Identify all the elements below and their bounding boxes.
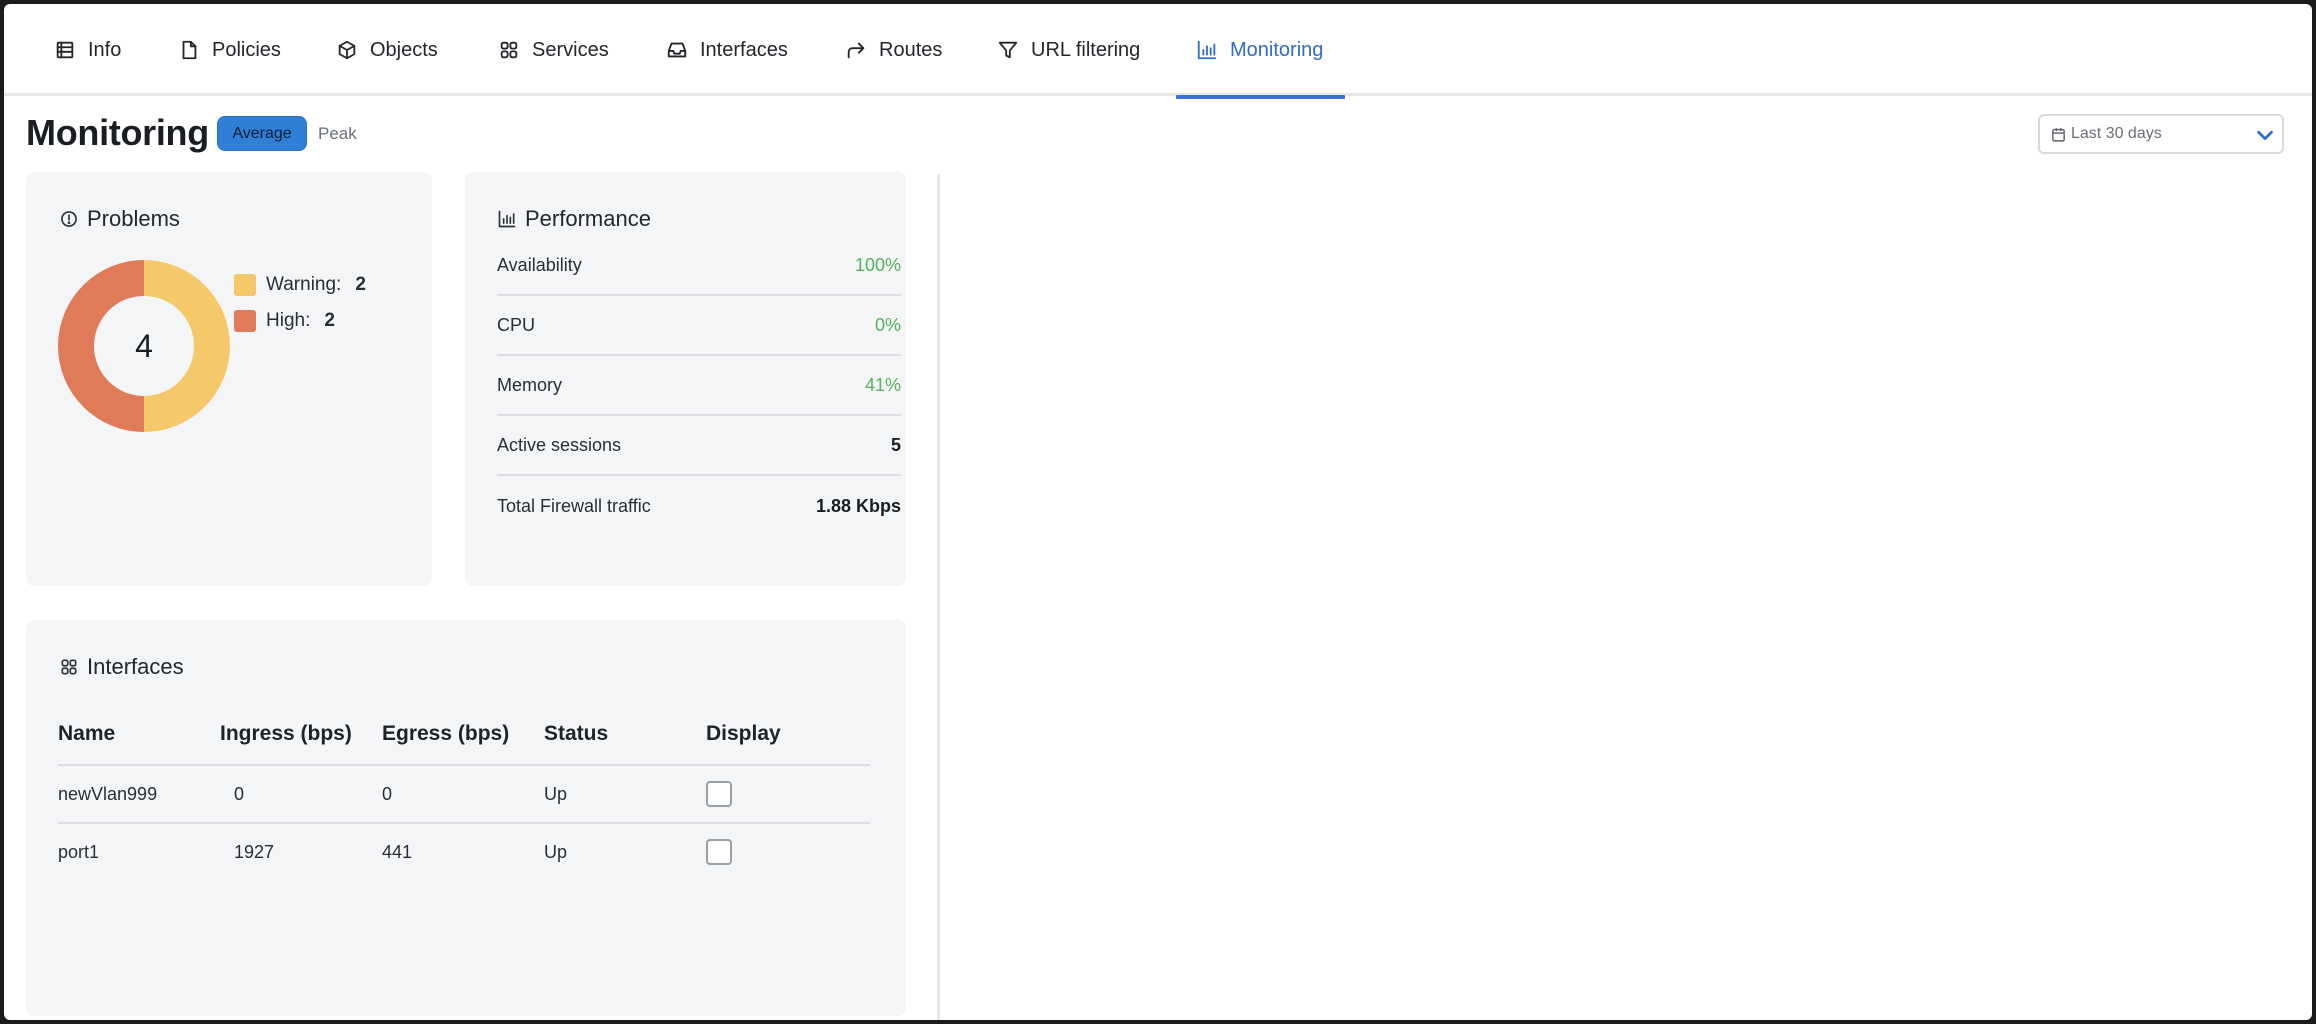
legend-label: High: — [266, 310, 311, 331]
forward-arrow-icon — [847, 42, 865, 59]
interface-status: Up — [544, 765, 706, 824]
interface-ingress: 0 — [220, 765, 382, 824]
problems-total: 4 — [135, 327, 153, 364]
legend-item-high: High: 2 — [234, 303, 366, 339]
tab-label: Policies — [212, 38, 281, 61]
interface-name: port1 — [58, 841, 100, 862]
tab-services[interactable]: Services — [498, 4, 609, 96]
peak-toggle-button[interactable]: Peak — [318, 116, 357, 151]
perf-value: 1.88 Kbps — [815, 495, 901, 516]
bar-chart-icon — [498, 210, 516, 228]
interfaces-card: Interfaces Name Ingress (bps) Egress (bp… — [26, 620, 906, 1016]
tab-label: URL filtering — [1031, 38, 1141, 61]
interface-egress: 0 — [382, 765, 544, 824]
alert-circle-icon — [61, 211, 77, 227]
tab-policies[interactable]: Policies — [178, 4, 281, 96]
display-cell — [706, 823, 870, 880]
grid-icon — [61, 659, 77, 675]
tab-interfaces[interactable]: Interfaces — [666, 4, 788, 96]
grid-icon — [500, 41, 518, 59]
problems-donut-chart: 4 — [58, 260, 230, 432]
perf-value: 0% — [874, 314, 901, 335]
inbox-icon — [667, 42, 687, 58]
column-header-name: Name — [58, 704, 220, 766]
calendar-icon — [2050, 126, 2067, 143]
list-icon — [56, 41, 74, 59]
performance-title-text: Performance — [525, 206, 651, 231]
tab-label: Objects — [370, 38, 438, 61]
panel-divider — [937, 174, 940, 1020]
perf-value: 41% — [864, 374, 901, 395]
tab-label: Services — [532, 38, 609, 61]
problems-card: Problems 4 Warning: 2 High: 2 — [26, 172, 432, 586]
perf-label: Memory — [497, 374, 563, 395]
page-title: Monitoring — [26, 112, 209, 153]
display-cell — [706, 765, 870, 824]
column-header-status: Status — [544, 704, 706, 766]
interfaces-title-text: Interfaces — [87, 654, 184, 679]
tab-label: Interfaces — [700, 38, 788, 61]
legend-swatch-high — [234, 310, 256, 332]
file-icon — [182, 40, 197, 60]
column-header-ingress: Ingress (bps) — [220, 704, 382, 766]
column-header-display: Display — [706, 704, 870, 766]
problems-card-title: Problems — [59, 206, 180, 232]
date-range-select[interactable]: Last 30 days — [2038, 114, 2284, 154]
legend-swatch-warning — [234, 274, 256, 296]
interfaces-card-title: Interfaces — [59, 654, 184, 680]
perf-row-cpu: CPU 0% — [497, 296, 901, 356]
legend-label: Warning: — [266, 274, 342, 295]
problems-legend: Warning: 2 High: 2 — [234, 267, 366, 339]
bar-chart-icon — [1197, 40, 1217, 60]
interface-status: Up — [544, 841, 568, 862]
tab-label: Info — [88, 38, 122, 61]
column-header-egress: Egress (bps) — [382, 704, 544, 766]
legend-item-warning: Warning: 2 — [234, 267, 366, 303]
interface-egress: 441 — [382, 841, 413, 862]
tab-monitoring[interactable]: Monitoring — [1175, 4, 1346, 99]
tab-info[interactable]: Info — [54, 4, 121, 96]
tab-label: Monitoring — [1230, 38, 1324, 61]
interface-name: newVlan999 — [58, 765, 220, 824]
perf-row-firewall-traffic: Total Firewall traffic 1.88 Kbps — [497, 476, 901, 536]
display-checkbox[interactable] — [706, 839, 732, 865]
perf-label: Availability — [497, 254, 582, 275]
legend-count: 2 — [355, 274, 366, 295]
perf-value: 100% — [854, 254, 901, 275]
perf-row-availability: Availability 100% — [497, 236, 901, 296]
chevron-down-icon — [2254, 124, 2276, 146]
perf-value: 5 — [890, 434, 901, 455]
average-toggle-button[interactable]: Average — [217, 116, 307, 151]
tab-url-filtering[interactable]: URL filtering — [997, 4, 1140, 96]
tab-label: Routes — [879, 38, 943, 61]
date-range-value: Last 30 days — [2071, 125, 2162, 142]
cube-icon — [338, 40, 356, 60]
display-checkbox[interactable] — [706, 781, 732, 807]
perf-label: Active sessions — [497, 434, 622, 455]
interface-ingress: 1927 — [234, 841, 275, 862]
interfaces-table: Name Ingress (bps) Egress (bps) Status D… — [58, 704, 870, 880]
legend-count: 2 — [324, 310, 335, 331]
tab-routes[interactable]: Routes — [845, 4, 942, 96]
app-frame: Info Policies Objects Services Interface… — [4, 4, 2312, 1020]
tab-bar: Info Policies Objects Services Interface… — [4, 4, 2312, 99]
table-row: port1 1927 441 Up — [58, 823, 870, 880]
performance-card: Performance Availability 100% CPU 0% Mem… — [465, 172, 906, 586]
perf-row-memory: Memory 41% — [497, 356, 901, 416]
filter-icon — [998, 41, 1018, 59]
perf-label: CPU — [497, 314, 536, 335]
problems-title-text: Problems — [87, 206, 180, 231]
performance-card-title: Performance — [497, 206, 651, 232]
table-row: newVlan999 0 0 Up — [58, 765, 870, 824]
table-header-row: Name Ingress (bps) Egress (bps) Status D… — [58, 704, 870, 766]
perf-label: Total Firewall traffic — [497, 495, 651, 516]
tab-objects[interactable]: Objects — [336, 4, 438, 96]
perf-row-active-sessions: Active sessions 5 — [497, 416, 901, 476]
